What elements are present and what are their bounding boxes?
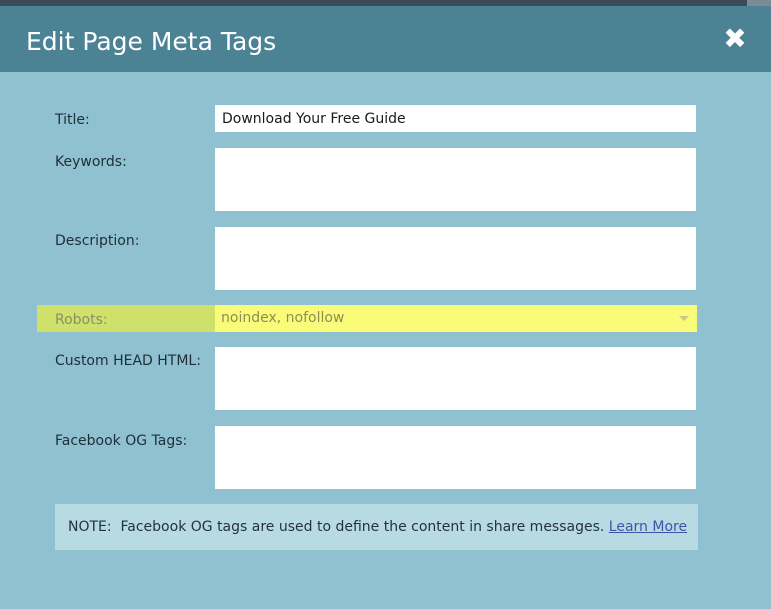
title-label: Title: xyxy=(55,112,90,128)
dialog-title: Edit Page Meta Tags xyxy=(26,27,277,56)
custom-head-textarea[interactable] xyxy=(215,347,696,410)
facebook-og-label: Facebook OG Tags: xyxy=(55,433,188,449)
keywords-label: Keywords: xyxy=(55,154,127,170)
title-input[interactable] xyxy=(215,105,696,132)
close-icon[interactable]: ✖ xyxy=(721,24,749,54)
robots-select[interactable]: noindex, nofollow xyxy=(215,305,697,332)
robots-selected-value: noindex, nofollow xyxy=(221,310,345,326)
description-label: Description: xyxy=(55,233,140,249)
description-textarea[interactable] xyxy=(215,227,696,290)
robots-label: Robots: xyxy=(55,312,108,328)
note-text: Facebook OG tags are used to define the … xyxy=(120,519,605,535)
custom-head-label: Custom HEAD HTML: xyxy=(55,353,201,369)
facebook-og-textarea[interactable] xyxy=(215,426,696,489)
note-box: NOTE: Facebook OG tags are used to defin… xyxy=(55,504,698,550)
learn-more-link[interactable]: Learn More xyxy=(609,519,687,535)
dialog-header: Edit Page Meta Tags ✖ xyxy=(0,6,771,72)
keywords-textarea[interactable] xyxy=(215,148,696,211)
note-prefix: NOTE: xyxy=(68,519,112,535)
chevron-down-icon xyxy=(679,316,689,321)
